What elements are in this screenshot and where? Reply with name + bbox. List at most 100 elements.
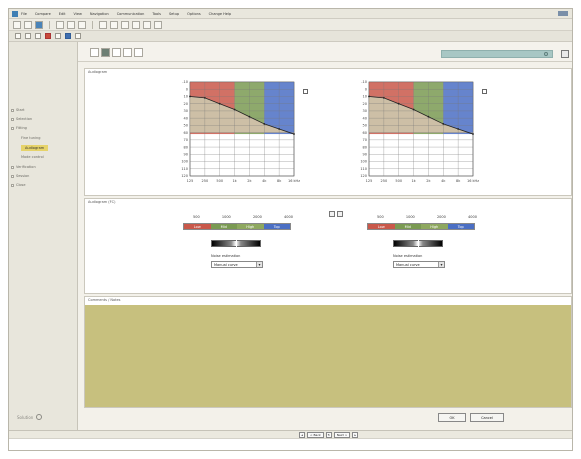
y-tick-label: 90 (363, 153, 367, 157)
notes-textarea[interactable] (85, 305, 571, 407)
sidebar-item-verification[interactable]: Verification (11, 165, 36, 169)
audiogram-settings-section: Audiogram (FC) 500 1000 2000 4000 Low Mi… (84, 198, 572, 294)
menu-item-communication[interactable]: Communication (117, 12, 145, 16)
new-icon[interactable] (13, 20, 21, 29)
y-tick-label: 100 (360, 160, 367, 164)
x-tick-label: 4k (441, 179, 446, 183)
sidebar-item-session[interactable]: Session (11, 174, 29, 178)
band-high[interactable]: High (237, 224, 264, 229)
band-low[interactable]: Low (368, 224, 395, 229)
band-top[interactable]: Top (447, 224, 474, 229)
frequency-bands[interactable]: Low Mid High Top (183, 223, 291, 230)
y-tick-label: 60 (363, 131, 367, 135)
view-table-icon[interactable] (123, 48, 132, 57)
threshold-point (368, 95, 370, 98)
cancel-button[interactable]: Cancel (470, 413, 504, 422)
menu-item-file[interactable]: File (21, 12, 27, 16)
band-top[interactable]: Top (263, 224, 290, 229)
frequency-bands[interactable]: Low Mid High Top (367, 223, 475, 230)
x-tick-label: 8k (456, 179, 461, 183)
help-icon[interactable] (154, 20, 162, 29)
compression-gradient[interactable] (393, 240, 443, 247)
patient-icon[interactable] (67, 20, 75, 29)
sidebar-item-fitting[interactable]: Fitting (11, 126, 27, 130)
redo-icon[interactable] (110, 20, 118, 29)
copy-right-icon[interactable] (337, 211, 343, 217)
settings-icon[interactable] (143, 20, 151, 29)
expand-icon (11, 183, 14, 187)
search-icon (544, 52, 548, 56)
x-tick-label: 1k (411, 179, 416, 183)
threshold-point (427, 115, 430, 118)
x-tick-label: 8k (277, 179, 282, 183)
expand-icon (11, 117, 14, 121)
sidebar-item-start[interactable]: Start (11, 108, 25, 112)
menu-item-setup[interactable]: Setup (169, 12, 179, 16)
expand-icon (11, 108, 14, 112)
threshold-point (233, 108, 236, 111)
section-title: Audiogram (FC) (88, 200, 116, 204)
right-ear-icon[interactable] (45, 33, 51, 39)
sidebar-item-fine-tuning[interactable]: Fine tuning (21, 136, 40, 140)
home-icon[interactable] (15, 33, 21, 39)
list-icon[interactable] (25, 33, 31, 39)
sidebar-item-selection[interactable]: Selection (11, 117, 32, 121)
expand-icon (11, 165, 14, 169)
menu-item-help[interactable]: Change Help (209, 12, 232, 16)
hearing-aid-icon[interactable] (78, 20, 86, 29)
panel-options-icon[interactable] (561, 50, 569, 58)
y-tick-label: 110 (360, 167, 367, 171)
y-tick-label: 100 (181, 160, 188, 164)
sidebar-item-close[interactable]: Close (11, 183, 26, 187)
band-mid[interactable]: Mid (394, 224, 421, 229)
connect-icon[interactable] (121, 20, 129, 29)
menu-item-edit[interactable]: Edit (59, 12, 66, 16)
open-icon[interactable] (24, 20, 32, 29)
copy-left-icon[interactable] (329, 211, 335, 217)
app-icon (12, 10, 18, 17)
view-curve-icon[interactable] (112, 48, 121, 57)
undo-icon[interactable] (99, 20, 107, 29)
view-single-icon[interactable] (90, 48, 99, 57)
sidebar-item-audiogram[interactable]: Audiogram (21, 145, 49, 151)
sidebar-item-mode-control[interactable]: Mode control (21, 155, 44, 159)
print-icon[interactable] (56, 20, 64, 29)
noise-estimation-select[interactable]: Manual curve ▾ (393, 261, 445, 268)
left-ear-audiogram[interactable]: -10 0 10 20 30 40 50 60 70 80 90 100 110 120 125 250 500… (357, 78, 479, 194)
menu-item-navigation[interactable]: Navigation (90, 12, 109, 16)
left-ear-icon[interactable] (65, 33, 71, 39)
y-tick-label: 80 (363, 145, 367, 149)
noise-estimation-select[interactable]: Manual curve ▾ (211, 261, 263, 268)
view-binaural-icon[interactable] (101, 48, 110, 57)
band-low[interactable]: Low (184, 224, 211, 229)
gradient-marker (236, 240, 237, 247)
search-input[interactable] (441, 50, 553, 58)
grid-icon[interactable] (35, 33, 41, 39)
info-icon[interactable] (75, 33, 81, 39)
x-tick-label: 16 kHz (467, 179, 479, 183)
menu-item-options[interactable]: Options (187, 12, 201, 16)
menu-item-tools[interactable]: Tools (152, 12, 161, 16)
compression-gradient[interactable] (211, 240, 261, 247)
save-icon[interactable] (35, 20, 43, 29)
y-tick-label: 90 (184, 153, 188, 157)
collapse-icon (11, 126, 14, 130)
audiogram-edit-icon[interactable] (482, 89, 487, 94)
right-ear-audiogram[interactable]: -10 0 10 20 30 40 50 60 70 80 90 100 110 120 125 250 500… (178, 78, 300, 194)
noise-estimation-label: Noise estimation (393, 254, 423, 258)
x-tick-label: 1k (232, 179, 237, 183)
menu-item-view[interactable]: View (74, 12, 82, 16)
y-tick-label: 110 (181, 167, 188, 171)
threshold-point (189, 95, 191, 98)
threshold-point (218, 102, 221, 105)
x-tick-label: 4k (262, 179, 267, 183)
link-icon[interactable] (55, 33, 61, 39)
audiogram-edit-icon[interactable] (303, 89, 308, 94)
band-mid[interactable]: Mid (210, 224, 237, 229)
mute-icon[interactable] (132, 20, 140, 29)
ok-button[interactable]: OK (438, 413, 466, 422)
menu-item-compare[interactable]: Compare (35, 12, 51, 16)
view-settings-icon[interactable] (134, 48, 143, 57)
band-high[interactable]: High (421, 224, 448, 229)
brand-logo (558, 11, 568, 16)
